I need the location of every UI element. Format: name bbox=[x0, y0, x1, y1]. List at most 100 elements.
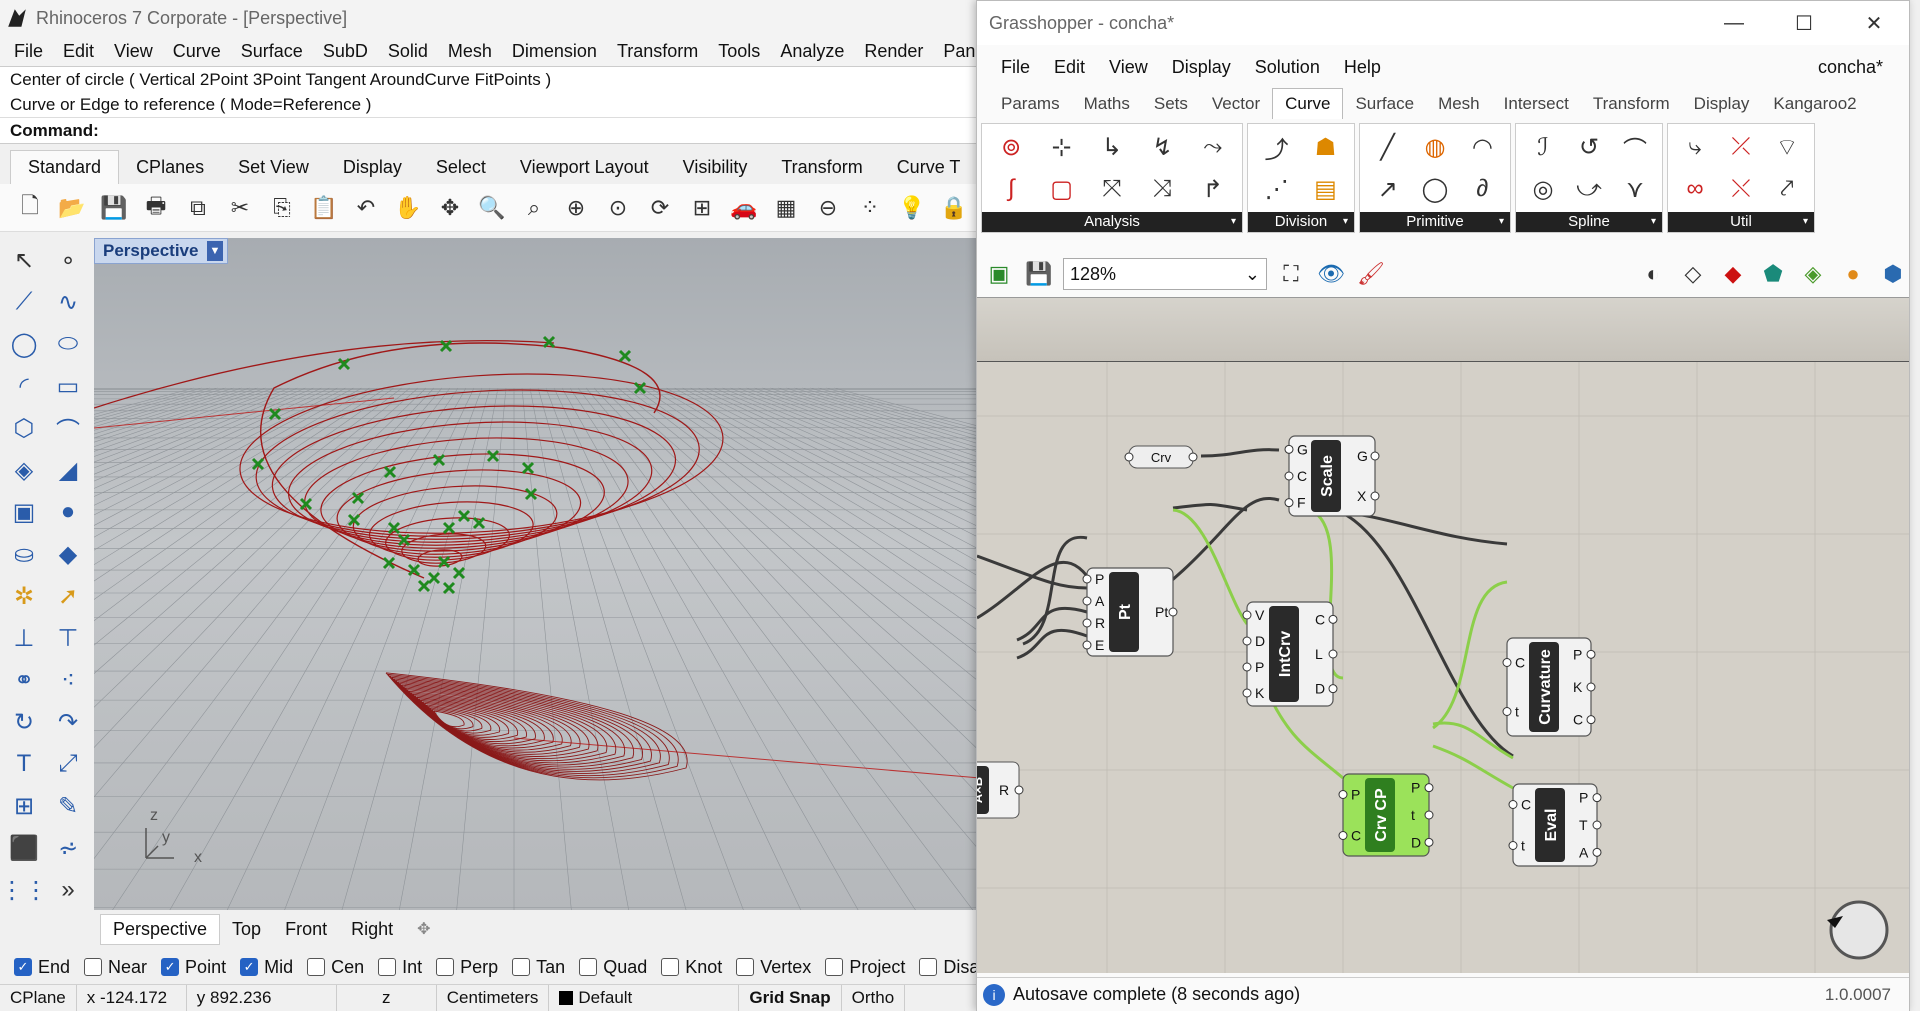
open-file-icon[interactable]: ▣ bbox=[983, 258, 1015, 290]
gh-menu-file[interactable]: File bbox=[989, 57, 1042, 78]
ribbon-tool-icon[interactable]: ⤳ bbox=[1191, 133, 1235, 161]
checkbox-icon[interactable]: ✓ bbox=[161, 958, 180, 976]
bake-icon[interactable]: ⬟ bbox=[1757, 258, 1789, 290]
gear-icon[interactable]: ✲ bbox=[4, 576, 44, 616]
osnap-end[interactable]: ✓ End bbox=[14, 957, 70, 978]
checkbox-icon[interactable] bbox=[825, 958, 844, 976]
gh-menu-edit[interactable]: Edit bbox=[1042, 57, 1097, 78]
tab-select[interactable]: Select bbox=[419, 151, 503, 184]
menu-analyze[interactable]: Analyze bbox=[770, 41, 854, 62]
osnap-int[interactable]: Int bbox=[378, 957, 422, 978]
gh-tab-vector[interactable]: Vector bbox=[1200, 89, 1272, 119]
sphere-icon[interactable]: ● bbox=[48, 492, 88, 532]
undo-icon[interactable]: ↶ bbox=[350, 192, 382, 224]
zoom-window-icon[interactable]: ⌕ bbox=[518, 192, 550, 224]
pan-icon[interactable]: ✋ bbox=[392, 192, 424, 224]
rotate-icon[interactable]: ✥ bbox=[434, 192, 466, 224]
viewport-menu-icon[interactable]: ▼ bbox=[207, 241, 223, 261]
rectangle-icon[interactable]: ▭ bbox=[48, 366, 88, 406]
menu-tools[interactable]: Tools bbox=[708, 41, 770, 62]
checkbox-icon[interactable] bbox=[512, 958, 531, 976]
panel-label[interactable]: Primitive bbox=[1360, 212, 1510, 232]
gh-tab-maths[interactable]: Maths bbox=[1072, 89, 1142, 119]
ribbon-tool-icon[interactable]: ◯ bbox=[1413, 175, 1457, 204]
viewport-tab-right[interactable]: Right bbox=[339, 915, 405, 944]
trim-icon[interactable]: ⊤ bbox=[48, 618, 88, 658]
component-intcrv[interactable]: IntCrvVDPKCLD bbox=[1242, 601, 1338, 707]
four-view-icon[interactable]: ⊞ bbox=[686, 192, 718, 224]
split-icon[interactable]: ⊥ bbox=[4, 618, 44, 658]
ribbon-tool-icon[interactable]: ↯ bbox=[1140, 133, 1184, 162]
arc-icon[interactable]: ◜ bbox=[4, 366, 44, 406]
osnap-mid[interactable]: ✓ Mid bbox=[240, 957, 293, 978]
mesh-icon[interactable]: ◆ bbox=[48, 534, 88, 574]
tab-curve-tools[interactable]: Curve T bbox=[880, 151, 978, 184]
ribbon-tool-icon[interactable]: ∫ bbox=[989, 175, 1033, 203]
component-axb[interactable]: A×B R bbox=[977, 761, 1024, 819]
wireframe-icon[interactable]: ◇ bbox=[1677, 258, 1709, 290]
osnap-vertex[interactable]: Vertex bbox=[736, 957, 811, 978]
status-layer[interactable]: Default bbox=[549, 985, 740, 1011]
car-icon[interactable]: 🚗 bbox=[728, 192, 760, 224]
ribbon-tool-icon[interactable]: ⋰ bbox=[1255, 175, 1299, 204]
menu-dimension[interactable]: Dimension bbox=[502, 41, 607, 62]
ribbon-tool-icon[interactable]: ◠ bbox=[1460, 133, 1504, 162]
tab-standard[interactable]: Standard bbox=[10, 150, 120, 184]
menu-edit[interactable]: Edit bbox=[53, 41, 104, 62]
ribbon-tool-icon[interactable]: ⊚ bbox=[989, 133, 1033, 162]
scale-icon[interactable]: ⤢ bbox=[48, 744, 88, 784]
gh-tab-surface[interactable]: Surface bbox=[1343, 89, 1426, 119]
component-pt[interactable]: Pt PARE Pt bbox=[1082, 567, 1178, 657]
sketch-icon[interactable]: 🖌 bbox=[1355, 258, 1387, 290]
ribbon-tool-icon[interactable]: ⤧ bbox=[1090, 175, 1134, 203]
checkbox-icon[interactable] bbox=[436, 958, 455, 976]
dimension-icon[interactable]: ⩫ bbox=[48, 828, 88, 868]
arrow-icon[interactable]: ➚ bbox=[48, 576, 88, 616]
close-icon[interactable]: ✕ bbox=[1839, 1, 1909, 45]
ribbon-tool-icon[interactable]: ╱ bbox=[1366, 133, 1410, 162]
osnap-project[interactable]: Project bbox=[825, 957, 905, 978]
grid-icon[interactable]: ▦ bbox=[770, 192, 802, 224]
ribbon-tool-icon[interactable]: ⌔ bbox=[1765, 132, 1809, 162]
menu-transform[interactable]: Transform bbox=[607, 41, 708, 62]
ribbon-tool-icon[interactable]: ⋎ bbox=[1613, 175, 1657, 204]
component-crvcp[interactable]: Crv CP P C PtD bbox=[1338, 773, 1434, 857]
checkbox-icon[interactable] bbox=[307, 958, 326, 976]
menu-render[interactable]: Render bbox=[854, 41, 933, 62]
shaded-icon[interactable]: ◆ bbox=[1717, 258, 1749, 290]
ribbon-tool-icon[interactable]: ↺ bbox=[1567, 133, 1611, 162]
maximize-icon[interactable]: ☐ bbox=[1769, 1, 1839, 45]
ribbon-tool-icon[interactable]: ⤷ bbox=[1673, 133, 1717, 161]
rotate-view-icon[interactable]: ⟳ bbox=[644, 192, 676, 224]
edit-icon[interactable]: ✎ bbox=[48, 786, 88, 826]
gh-tab-params[interactable]: Params bbox=[989, 89, 1072, 119]
status-grid-snap[interactable]: Grid Snap bbox=[739, 985, 842, 1011]
status-ortho[interactable]: Ortho bbox=[842, 985, 906, 1011]
box-icon[interactable]: ▣ bbox=[4, 492, 44, 532]
ellipse-icon[interactable]: ⬭ bbox=[48, 324, 88, 364]
osnap-perp[interactable]: Perp bbox=[436, 957, 498, 978]
zoom-select[interactable]: 128% ⌄ bbox=[1063, 258, 1267, 290]
menu-mesh[interactable]: Mesh bbox=[438, 41, 502, 62]
viewport-tab-front[interactable]: Front bbox=[273, 915, 339, 944]
ribbon-tool-icon[interactable]: ℐ bbox=[1521, 133, 1565, 162]
ribbon-tool-icon[interactable]: ⊹ bbox=[1040, 133, 1084, 162]
array-icon[interactable]: ⊞ bbox=[4, 786, 44, 826]
gh-canvas[interactable]: Crv Scale G C F G X Pt P A R E Pt IntCrv V D P K C L D Curvat… bbox=[977, 297, 1909, 973]
point-icon[interactable]: ∘ bbox=[48, 240, 88, 280]
menu-curve[interactable]: Curve bbox=[163, 41, 231, 62]
osnap-cen[interactable]: Cen bbox=[307, 957, 364, 978]
ribbon-tool-icon[interactable]: ∂ bbox=[1460, 175, 1504, 203]
gh-menu-view[interactable]: View bbox=[1097, 57, 1160, 78]
new-icon[interactable]: 🗋 bbox=[14, 192, 46, 224]
ribbon-tool-icon[interactable]: ☗ bbox=[1304, 133, 1348, 162]
menu-solid[interactable]: Solid bbox=[378, 41, 438, 62]
text-icon[interactable]: T bbox=[4, 744, 44, 784]
ribbon-tool-icon[interactable]: ▢ bbox=[1040, 175, 1084, 204]
polyline-icon[interactable]: ⟋ bbox=[4, 282, 44, 322]
light-icon[interactable]: 💡 bbox=[896, 192, 928, 224]
component-scale[interactable]: ScaleGCFGX bbox=[1284, 435, 1380, 517]
checkbox-icon[interactable]: ✓ bbox=[240, 958, 259, 976]
minimize-icon[interactable]: — bbox=[1699, 1, 1769, 45]
polygon-icon[interactable]: ⬡ bbox=[4, 408, 44, 448]
